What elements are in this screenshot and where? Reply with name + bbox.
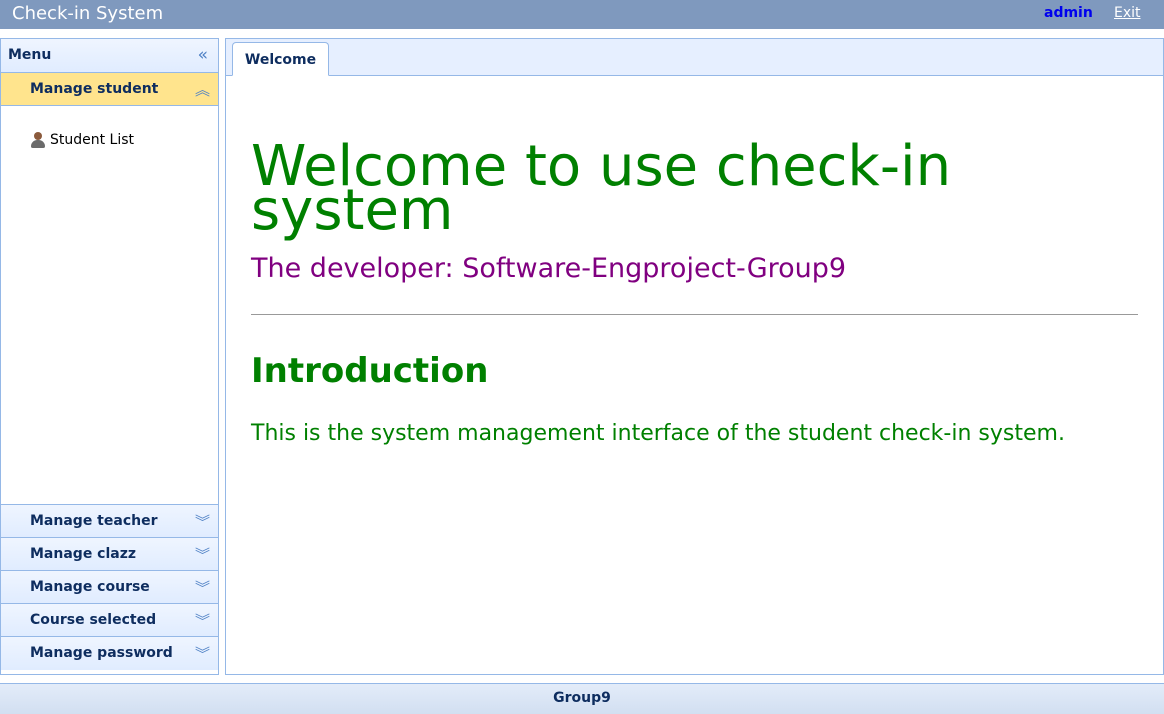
menu-item-label: Student List — [50, 132, 135, 148]
accordion-body-manage-student: Student List — [1, 106, 218, 505]
welcome-content: Welcome to use check-in system The devel… — [251, 77, 1139, 446]
admin-user-link[interactable]: admin — [1044, 5, 1093, 21]
menu-item-student-list[interactable]: Student List — [29, 130, 134, 150]
developer-text: The developer: Software-Engproject-Group… — [251, 253, 847, 284]
user-icon — [29, 131, 47, 149]
accordion-label: Manage clazz — [30, 546, 137, 562]
welcome-heading: Welcome to use check-in system — [251, 134, 952, 243]
double-chevron-down-icon[interactable]: ︾ — [195, 544, 210, 565]
double-chevron-down-icon[interactable]: ︾ — [195, 643, 210, 664]
app-title: Check-in System — [12, 3, 164, 24]
accordion-label: Manage password — [30, 645, 173, 661]
double-chevron-down-icon[interactable]: ︾ — [195, 577, 210, 598]
menu-header: Menu « — [1, 39, 218, 73]
accordion-label: Course selected — [30, 612, 157, 628]
accordion-manage-clazz[interactable]: Manage clazz ︾ — [1, 538, 218, 571]
double-chevron-left-icon[interactable]: « — [198, 45, 208, 65]
accordion-course-selected[interactable]: Course selected ︾ — [1, 604, 218, 637]
double-chevron-down-icon[interactable]: ︾ — [195, 511, 210, 532]
accordion-manage-teacher[interactable]: Manage teacher ︾ — [1, 505, 218, 538]
tab-label: Welcome — [244, 52, 317, 68]
accordion-label: Manage course — [30, 579, 150, 595]
exit-link[interactable]: Exit — [1114, 5, 1141, 21]
accordion-manage-course[interactable]: Manage course ︾ — [1, 571, 218, 604]
tab-welcome[interactable]: Welcome — [232, 42, 329, 76]
accordion-label: Manage student — [30, 81, 159, 97]
menu-panel: Menu « Manage student ︽ Student List Man… — [0, 38, 219, 675]
double-chevron-up-icon[interactable]: ︽ — [195, 79, 210, 100]
introduction-heading: Introduction — [251, 351, 489, 391]
accordion-label: Manage teacher — [30, 513, 158, 529]
double-chevron-down-icon[interactable]: ︾ — [195, 610, 210, 631]
accordion-manage-password[interactable]: Manage password ︾ — [1, 637, 218, 670]
footer: Group9 — [0, 683, 1164, 714]
divider — [251, 314, 1138, 315]
accordion-manage-student[interactable]: Manage student ︽ — [1, 73, 218, 106]
introduction-text: This is the system management interface … — [251, 421, 1065, 446]
tabs-bar: Welcome — [226, 39, 1163, 76]
menu-title: Menu — [8, 47, 52, 63]
main-panel: Welcome Welcome to use check-in system T… — [225, 38, 1164, 675]
top-bar: Check-in System admin Exit — [0, 0, 1164, 29]
footer-text: Group9 — [553, 690, 611, 706]
